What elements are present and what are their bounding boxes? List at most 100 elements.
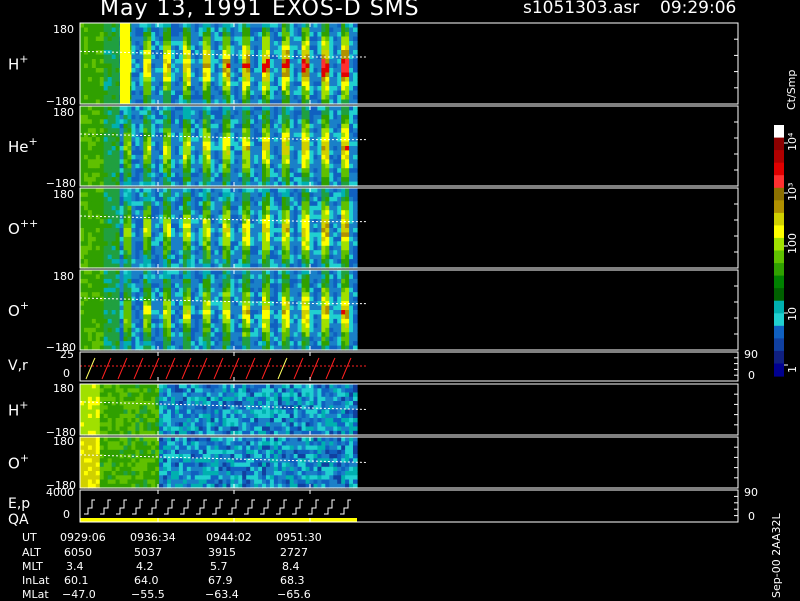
heatmap-cell-O+ [246, 318, 251, 324]
heatmap-cell-O++ [95, 205, 101, 211]
heatmap-cell-O++ [178, 210, 184, 216]
heatmap-cell-H+ [186, 54, 192, 60]
heatmap-cell-He+ [254, 114, 259, 120]
heatmap-cell-He+ [289, 119, 295, 125]
heatmap-cell-O++ [317, 236, 322, 242]
heatmap-cell-O+ [178, 301, 184, 307]
heatmap-cell-O++ [329, 192, 334, 198]
heatmap-cell-O+ [234, 292, 239, 298]
heatmap-cell-He+ [151, 150, 156, 156]
heatmap-cell-O++ [345, 232, 350, 238]
heatmap-cell-He+ [103, 168, 109, 174]
heatmap-cell-He+ [115, 154, 121, 160]
heatmap-cell-H+ [159, 54, 164, 60]
heatmap-cell-O++ [135, 254, 140, 260]
heatmap-cell-O++ [115, 241, 121, 247]
heatmap-cell-O+ [206, 332, 212, 338]
heatmap-cell-H+ [115, 23, 121, 29]
heatmap-cell-O++ [317, 223, 322, 229]
heatmap-cell-He+ [80, 106, 85, 111]
heatmap-cell-He+ [206, 168, 212, 174]
heatmap-cell-He+ [309, 168, 315, 174]
heatmap-cell-He+ [159, 177, 164, 183]
heatmap-cell-He+ [234, 168, 239, 174]
heatmap-cell-O++ [214, 245, 220, 251]
heatmap-cell-O+ [246, 296, 251, 302]
heatmap-cell-O++ [135, 241, 140, 247]
heatmap-cell-H+ [186, 68, 192, 74]
heatmap-cell-O+ [135, 278, 140, 284]
heatmap-cell-He+ [159, 172, 164, 178]
heatmap-cell-He+ [297, 132, 303, 138]
heatmap-cell-O++ [262, 250, 267, 256]
heatmap-cell-O++ [317, 250, 322, 256]
heatmap-cell-H+ [297, 72, 303, 78]
heatmap-cell-O+ [178, 327, 184, 333]
heatmap-cell-O++ [269, 196, 275, 202]
heatmap-cell-O+ [159, 301, 164, 307]
heatmap-cell-He+ [289, 177, 295, 183]
heatmap-cell-He+ [273, 119, 279, 125]
heatmap-cell-O+ [214, 270, 220, 275]
heatmap-cell-He+ [143, 123, 148, 129]
heatmap-cell-O++ [246, 205, 251, 211]
heatmap-cell-H+ [143, 32, 148, 38]
heatmap-cell-He+ [353, 106, 358, 111]
heatmap-cell-O+ [281, 310, 287, 315]
heatmap-cell-O++ [301, 232, 307, 238]
heatmap-cell-H+ [178, 90, 184, 96]
heatmap-cell-H+ [301, 50, 307, 56]
heatmap-cell-H+ [289, 23, 295, 29]
heatmap-cell-He+ [289, 114, 295, 120]
heatmap-cell-H+ [143, 72, 148, 78]
heatmap-cell-H+ [226, 27, 231, 33]
heatmap-cell-H+ [107, 86, 113, 92]
heatmap-cell-O+ [198, 314, 204, 320]
heatmap-cell-O+ [186, 336, 192, 342]
heatmap-cell-O++ [345, 192, 350, 198]
heatmap-cell-He+ [337, 106, 342, 111]
heatmap-cell-H+ [115, 63, 121, 69]
heatmap-cell-O++ [254, 210, 259, 216]
heatmap-cell-He+ [301, 114, 307, 120]
heatmap-cell-O++ [131, 250, 136, 256]
heatmap-cell-H+ [273, 63, 279, 69]
heatmap-cell-O+ [309, 323, 315, 329]
heatmap-cell-O+ [246, 310, 251, 315]
heatmap-cell-H+ [115, 81, 121, 87]
heatmap-cell-H+ [80, 36, 85, 42]
heatmap-cell-O+ [80, 301, 85, 307]
heatmap-cell-O++ [206, 254, 212, 260]
heatmap-cell-O++ [214, 250, 220, 256]
heatmap-cell-He+ [218, 172, 224, 178]
heatmap-cell-O++ [186, 254, 192, 260]
heatmap-cell-O++ [242, 245, 247, 251]
heatmap-cell-He+ [143, 106, 148, 111]
heatmap-cell-O+ [273, 314, 279, 320]
heatmap-cell-He+ [131, 106, 136, 111]
heatmap-cell-He+ [159, 123, 164, 129]
heatmap-cell-He+ [198, 159, 204, 165]
heatmap-cell-O+ [107, 278, 113, 284]
heatmap-cell-O++ [262, 214, 267, 220]
heatmap-cell-O++ [329, 205, 334, 211]
heatmap-cell-H+ [317, 50, 322, 56]
heatmap-cell-H+ [115, 32, 121, 38]
heatmap-cell-He+ [337, 177, 342, 183]
heatmap-cell-O++ [206, 236, 212, 242]
heatmap-cell-H+ [198, 68, 204, 74]
heatmap-cell-O++ [242, 188, 247, 193]
heatmap-cell-O+ [135, 283, 140, 289]
heatmap-cell-O++ [143, 236, 148, 242]
heatmap-cell-O++ [95, 228, 101, 233]
heatmap-cell-H+ [218, 36, 224, 42]
heatmap-cell-O+ [87, 283, 93, 289]
heatmap-cell-O++ [87, 228, 93, 233]
heatmap-cell-H+ [317, 45, 322, 51]
heatmap-cell-O+ [234, 341, 239, 347]
heatmap-cell-O++ [317, 196, 322, 202]
heatmap-cell-O++ [135, 188, 140, 193]
heatmap-cell-He+ [87, 114, 93, 120]
heatmap-cell-He+ [80, 132, 85, 138]
heatmap-cell-He+ [297, 168, 303, 174]
